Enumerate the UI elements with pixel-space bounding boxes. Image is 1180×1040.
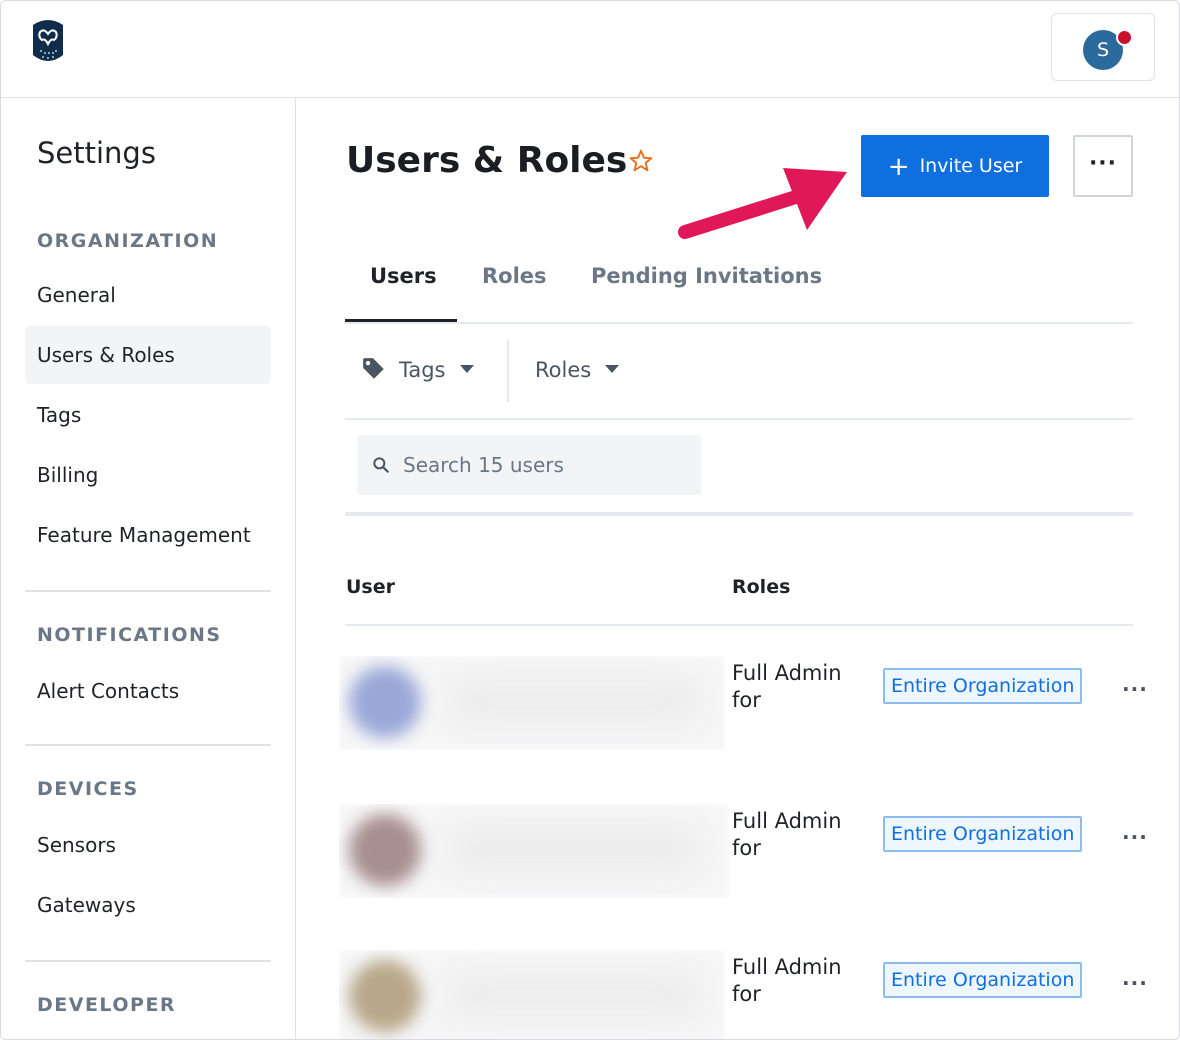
avatar xyxy=(349,666,421,738)
search-input[interactable] xyxy=(403,435,693,495)
settings-sidebar: Settings ORGANIZATION General Users & Ro… xyxy=(1,98,296,1039)
sidebar-divider xyxy=(25,744,271,746)
page-more-button[interactable]: ··· xyxy=(1073,135,1133,197)
table-row[interactable]: Full Admin for Entire Organization ··· xyxy=(296,804,1179,924)
role-name: Full Admin for xyxy=(732,661,842,712)
table-row[interactable]: Full Admin for Entire Organization ··· xyxy=(296,950,1179,1039)
row-more-icon[interactable]: ··· xyxy=(1122,827,1148,847)
invite-user-button[interactable]: + Invite User xyxy=(861,135,1049,197)
avatar xyxy=(349,814,421,886)
search-box xyxy=(357,435,701,495)
tab-bar: Users Roles Pending Invitations xyxy=(345,248,1133,324)
sidebar-title: Settings xyxy=(37,136,156,170)
sidebar-item-billing[interactable]: Billing xyxy=(25,446,271,504)
owl-logo-icon[interactable] xyxy=(29,17,67,67)
main-content: Users & Roles + Invite User ··· Users Rol… xyxy=(296,98,1179,1039)
user-cell-redacted xyxy=(339,656,725,750)
table-header-divider xyxy=(345,624,1133,626)
role-name: Full Admin for xyxy=(732,809,842,860)
roles-filter-label: Roles xyxy=(535,358,592,382)
user-cell-redacted xyxy=(339,950,725,1039)
section-heading-organization: ORGANIZATION xyxy=(37,230,219,252)
table-row[interactable]: Full Admin for Entire Organization ··· xyxy=(296,656,1179,776)
sidebar-divider xyxy=(25,590,271,592)
star-outline-icon[interactable] xyxy=(628,148,654,174)
user-menu-button[interactable]: S xyxy=(1051,13,1155,81)
scope-badge: Entire Organization xyxy=(883,816,1083,852)
section-heading-devices: DEVICES xyxy=(37,778,139,800)
tags-filter-label: Tags xyxy=(399,358,446,382)
filter-bar: Tags Roles xyxy=(345,322,1133,420)
tab-users[interactable]: Users xyxy=(370,248,437,320)
page-title: Users & Roles xyxy=(346,140,628,181)
app-window: S Settings ORGANIZATION General Users & … xyxy=(0,0,1180,1040)
scope-badge: Entire Organization xyxy=(883,668,1083,704)
sidebar-divider xyxy=(25,960,271,962)
top-bar: S xyxy=(1,1,1179,98)
sidebar-item-general[interactable]: General xyxy=(25,266,271,324)
search-divider xyxy=(345,512,1133,516)
annotation-arrow xyxy=(678,168,847,239)
tab-roles[interactable]: Roles xyxy=(482,248,547,320)
search-icon xyxy=(373,457,389,473)
sidebar-item-sensors[interactable]: Sensors xyxy=(25,816,271,874)
sidebar-item-feature-management[interactable]: Feature Management xyxy=(25,506,271,564)
user-cell-redacted xyxy=(339,804,729,898)
roles-filter-dropdown[interactable]: Roles xyxy=(535,350,620,390)
tags-filter-dropdown[interactable]: Tags xyxy=(361,350,474,390)
plus-icon: + xyxy=(887,152,910,182)
avatar xyxy=(349,960,421,1032)
ellipsis-icon: ··· xyxy=(1088,151,1118,176)
section-heading-developer: DEVELOPER xyxy=(37,994,177,1016)
sidebar-item-users-roles[interactable]: Users & Roles xyxy=(25,326,271,384)
role-name: Full Admin for xyxy=(732,955,842,1006)
column-header-roles: Roles xyxy=(732,576,791,598)
sidebar-item-gateways[interactable]: Gateways xyxy=(25,876,271,934)
scope-badge: Entire Organization xyxy=(883,962,1083,998)
tag-icon xyxy=(363,358,384,379)
chevron-down-icon xyxy=(605,365,620,373)
section-heading-notifications: NOTIFICATIONS xyxy=(37,624,222,646)
tab-pending-invitations[interactable]: Pending Invitations xyxy=(591,248,822,320)
invite-user-label: Invite User xyxy=(919,155,1023,177)
row-more-icon[interactable]: ··· xyxy=(1122,679,1148,699)
sidebar-item-alert-contacts[interactable]: Alert Contacts xyxy=(25,662,271,720)
notification-dot xyxy=(1116,29,1133,46)
chevron-down-icon xyxy=(459,365,474,373)
filter-divider xyxy=(507,340,509,402)
row-more-icon[interactable]: ··· xyxy=(1122,973,1148,993)
column-header-user: User xyxy=(346,576,395,598)
sidebar-item-tags[interactable]: Tags xyxy=(25,386,271,444)
